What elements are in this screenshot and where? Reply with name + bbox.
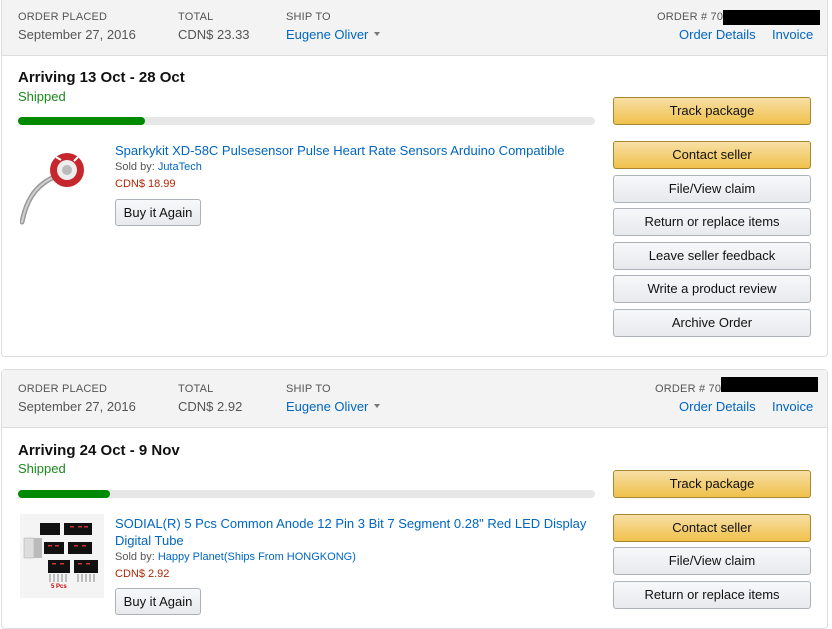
product-review-button[interactable]: Write a product review — [613, 275, 811, 303]
archive-order-button[interactable]: Archive Order — [613, 309, 811, 337]
order-total: CDN$ 23.33 — [178, 27, 250, 42]
item-price: CDN$ 2.92 — [115, 568, 170, 580]
product-title-link[interactable]: Sparkykit XD-58C Pulsesensor Pulse Heart… — [115, 142, 595, 159]
product-title-link[interactable]: SODIAL(R) 5 Pcs Common Anode 12 Pin 3 Bi… — [115, 515, 595, 549]
invoice-link[interactable]: Invoice — [772, 27, 813, 42]
sold-by-label: Sold by: — [115, 551, 155, 563]
return-replace-button[interactable]: Return or replace items — [613, 208, 811, 236]
buy-again-button[interactable]: Buy it Again — [115, 199, 201, 226]
buy-again-button[interactable]: Buy it Again — [115, 588, 201, 615]
shipment-status: Shipped — [18, 461, 66, 476]
file-claim-button[interactable]: File/View claim — [613, 547, 811, 575]
order-total: CDN$ 2.92 — [178, 399, 243, 414]
file-claim-button[interactable]: File/View claim — [613, 175, 811, 203]
redacted-order-number — [723, 10, 820, 25]
seller-feedback-button[interactable]: Leave seller feedback — [613, 242, 811, 270]
order-card: ORDER PLACED September 27, 2016 TOTAL CD… — [1, 369, 828, 629]
caret-down-icon — [374, 32, 381, 36]
order-details-link[interactable]: Order Details — [679, 399, 756, 414]
order-details-link[interactable]: Order Details — [679, 27, 756, 42]
redacted-order-number — [721, 377, 818, 392]
order-placed-label: ORDER PLACED — [18, 11, 108, 23]
order-placed-label: ORDER PLACED — [18, 383, 108, 395]
ship-to-dropdown[interactable]: Eugene Oliver — [286, 399, 381, 414]
order-number-label: ORDER # 702 — [657, 11, 730, 23]
contact-seller-button[interactable]: Contact seller — [613, 514, 811, 542]
ship-to-label: SHIP TO — [286, 383, 331, 395]
pulse-sensor-icon — [20, 153, 84, 225]
total-label: TOTAL — [178, 383, 214, 395]
order-card: ORDER PLACED September 27, 2016 TOTAL CD… — [1, 0, 828, 357]
sold-by: Sold by: JutaTech — [115, 161, 202, 173]
sold-by-label: Sold by: — [115, 161, 155, 173]
track-package-button[interactable]: Track package — [613, 470, 811, 498]
ship-to-name: Eugene Oliver — [286, 399, 369, 414]
seller-link[interactable]: Happy Planet(Ships From HONGKONG) — [158, 551, 356, 563]
seller-link[interactable]: JutaTech — [158, 161, 202, 173]
ship-to-dropdown[interactable]: Eugene Oliver — [286, 27, 381, 42]
order-date: September 27, 2016 — [18, 27, 136, 42]
order-header: ORDER PLACED September 27, 2016 TOTAL CD… — [2, 0, 827, 56]
image-caption: 5 Pcs — [51, 584, 67, 590]
order-number-label: ORDER # 702 — [655, 383, 728, 395]
progress-track — [18, 490, 595, 498]
return-replace-button[interactable]: Return or replace items — [613, 581, 811, 609]
ship-to-name: Eugene Oliver — [286, 27, 369, 42]
arrival-heading: Arriving 13 Oct - 28 Oct — [18, 69, 185, 86]
invoice-link[interactable]: Invoice — [772, 399, 813, 414]
arrival-heading: Arriving 24 Oct - 9 Nov — [18, 442, 180, 459]
item-price: CDN$ 18.99 — [115, 178, 176, 190]
progress-fill — [18, 490, 111, 498]
progress-fill — [18, 117, 145, 125]
order-date: September 27, 2016 — [18, 399, 136, 414]
shipment-status: Shipped — [18, 89, 66, 104]
track-package-button[interactable]: Track package — [613, 97, 811, 125]
order-header: ORDER PLACED September 27, 2016 TOTAL CD… — [2, 370, 827, 428]
sold-by: Sold by: Happy Planet(Ships From HONGKON… — [115, 551, 356, 563]
ship-to-label: SHIP TO — [286, 11, 331, 23]
total-label: TOTAL — [178, 11, 214, 23]
contact-seller-button[interactable]: Contact seller — [613, 141, 811, 169]
progress-track — [18, 117, 595, 125]
led-display-icon: 5 Pcs — [20, 514, 104, 598]
caret-down-icon — [374, 404, 381, 408]
